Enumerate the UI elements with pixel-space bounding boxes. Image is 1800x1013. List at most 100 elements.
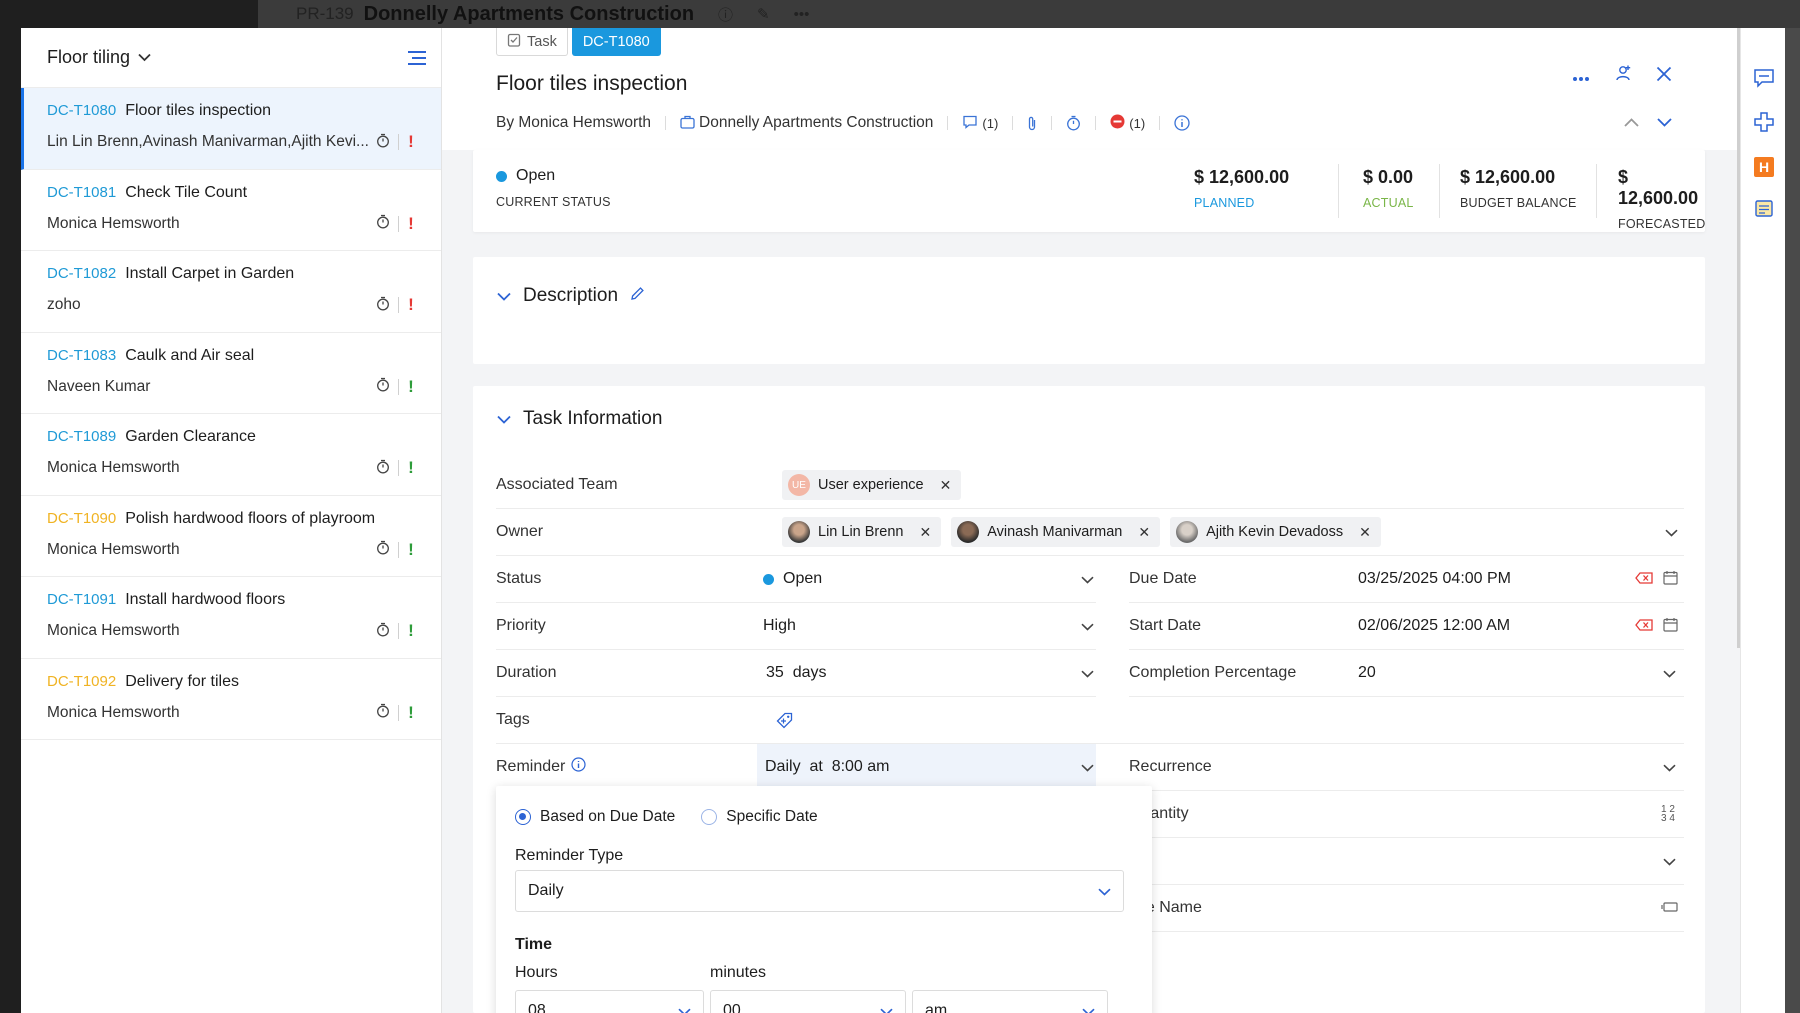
duration-value: 35 days (766, 664, 827, 681)
task-subline: zoho! (47, 295, 415, 315)
close-icon[interactable] (1656, 65, 1672, 88)
start-date-value[interactable]: 02/06/2025 12:00 AM (1358, 617, 1510, 635)
more-options-icon[interactable] (1572, 65, 1590, 88)
tag-add-icon[interactable] (776, 712, 793, 729)
task-list-item[interactable]: DC-T1081 Check Tile Count Monica Hemsworth… (21, 170, 441, 251)
assign-user-icon[interactable] (1614, 64, 1632, 88)
hours-select[interactable]: 08 (515, 990, 704, 1013)
timer-icon[interactable] (1066, 115, 1081, 131)
chevron-down-icon[interactable] (1657, 114, 1672, 130)
clear-date-icon[interactable] (1635, 571, 1653, 587)
reminder-label: Reminder (496, 757, 586, 777)
timer-icon[interactable] (376, 133, 390, 152)
help-icon[interactable]: H (1754, 157, 1774, 177)
chevron-down-icon[interactable] (1663, 854, 1676, 869)
type-tab-task[interactable]: Task (496, 28, 568, 56)
task-heading: DC-T1091 Install hardwood floors (47, 591, 415, 609)
owner-chip[interactable]: Ajith Kevin Devadoss ✕ (1170, 517, 1381, 547)
ampm-value: am (925, 1002, 948, 1013)
owner-chip[interactable]: Avinash Manivarman ✕ (951, 517, 1161, 547)
minutes-select[interactable]: 00 (710, 990, 906, 1013)
feedback-icon[interactable] (1752, 66, 1776, 90)
field-unlabeled-select[interactable] (1129, 838, 1684, 885)
field-status[interactable]: Status Open (496, 556, 1096, 603)
blocked-button[interactable]: (1) (1110, 114, 1145, 132)
project-link[interactable]: Donnelly Apartments Construction (680, 114, 933, 132)
field-completion-percentage[interactable]: Completion Percentage 20 (1129, 650, 1684, 697)
task-subline: Monica Hemsworth! (47, 214, 415, 234)
task-owner: Lin Lin Brenn,Avinash Manivarman,Ajith K… (47, 133, 369, 150)
timer-icon[interactable] (376, 540, 390, 559)
team-chip[interactable]: UE User experience ✕ (782, 470, 962, 500)
status-dot (496, 170, 507, 182)
remove-icon[interactable]: ✕ (1359, 524, 1371, 541)
chevron-down-icon[interactable] (1081, 619, 1094, 634)
field-recurrence[interactable]: Recurrence (1129, 744, 1684, 791)
radio-selected-icon (515, 809, 531, 825)
radio-based-on-due-date[interactable]: Based on Due Date (515, 808, 675, 826)
timer-icon[interactable] (376, 214, 390, 233)
remove-icon[interactable]: ✕ (919, 524, 931, 541)
chevron-down-icon (1081, 760, 1094, 775)
task-information-header[interactable]: Task Information (497, 408, 662, 430)
task-list-item[interactable]: DC-T1091 Install hardwood floors Monica He… (21, 577, 441, 659)
notes-icon[interactable] (1752, 196, 1776, 220)
chevron-down-icon[interactable] (1663, 760, 1676, 775)
task-name: Garden Clearance (125, 428, 256, 445)
timer-icon[interactable] (376, 296, 390, 315)
due-date-value[interactable]: 03/25/2025 04:00 PM (1358, 570, 1511, 588)
task-list-item[interactable]: DC-T1090 Polish hardwood floors of playro… (21, 496, 441, 577)
task-code: DC-T1081 (47, 183, 117, 201)
divider (665, 116, 667, 130)
chevron-down-icon[interactable] (1665, 525, 1678, 540)
remove-icon[interactable]: ✕ (940, 477, 952, 494)
radio-specific-date[interactable]: Specific Date (701, 808, 818, 826)
divider (1051, 116, 1053, 130)
field-duration[interactable]: Duration 35 days (496, 650, 1096, 697)
info-icon[interactable] (571, 757, 586, 777)
reminder-type-select[interactable]: Daily (515, 870, 1124, 912)
ampm-select[interactable]: am (912, 990, 1108, 1013)
chevron-up-icon[interactable] (1624, 114, 1639, 130)
file-icon[interactable] (1661, 900, 1678, 917)
task-list-item[interactable]: DC-T1092 Delivery for tiles Monica Hemswor… (21, 659, 441, 740)
list-title-dropdown[interactable]: Floor tiling (47, 47, 151, 68)
task-name: Install Carpet in Garden (125, 265, 295, 282)
chevron-down-icon[interactable] (1081, 666, 1094, 681)
task-list-item[interactable]: DC-T1089 Garden Clearance Monica Hemsworth… (21, 414, 441, 496)
money-amount: $ 12,600.00 (1194, 167, 1290, 187)
timer-icon[interactable] (376, 703, 390, 722)
clear-date-icon[interactable] (1635, 618, 1653, 634)
money-label: ACTUAL (1363, 196, 1414, 210)
task-meta: ! (376, 621, 415, 641)
field-label: Duration (496, 664, 557, 681)
integrations-icon[interactable] (1752, 110, 1776, 134)
timer-icon[interactable] (376, 622, 390, 641)
calendar-icon[interactable] (1663, 617, 1678, 635)
task-list-item[interactable]: DC-T1080 Floor tiles inspection Lin Lin Br… (21, 88, 441, 170)
task-list-item[interactable]: DC-T1083 Caulk and Air seal Naveen Kumar! (21, 333, 441, 414)
attachment-icon[interactable] (1027, 116, 1037, 131)
calendar-icon[interactable] (1663, 570, 1678, 588)
field-quantity[interactable]: Quantity 1 23 4 (1129, 791, 1684, 838)
chevron-down-icon[interactable] (1663, 666, 1676, 681)
list-menu-icon[interactable] (407, 50, 427, 66)
timer-icon[interactable] (376, 377, 390, 396)
pencil-icon[interactable] (630, 286, 645, 306)
task-list-item[interactable]: DC-T1082 Install Carpet in Garden zoho! (21, 251, 441, 333)
timer-icon[interactable] (376, 459, 390, 478)
owner-chip[interactable]: Lin Lin Brenn ✕ (782, 517, 942, 547)
chevron-down-icon (1082, 1004, 1095, 1013)
field-label: Owner (496, 523, 544, 540)
reminder-popup: Based on Due Date Specific Date Reminder… (496, 786, 1152, 1013)
field-file-name[interactable]: File Name (1129, 885, 1684, 932)
description-header[interactable]: Description (497, 285, 645, 307)
info-icon[interactable] (1174, 115, 1190, 131)
author: By Monica Hemsworth (496, 114, 652, 131)
chevron-down-icon[interactable] (1081, 572, 1094, 587)
field-priority[interactable]: Priority High (496, 603, 1096, 650)
task-code: DC-T1091 (47, 591, 117, 608)
comments-button[interactable]: (1) (962, 115, 998, 132)
remove-icon[interactable]: ✕ (1138, 524, 1150, 541)
reminder-select[interactable]: Daily at 8:00 am (757, 744, 1096, 791)
